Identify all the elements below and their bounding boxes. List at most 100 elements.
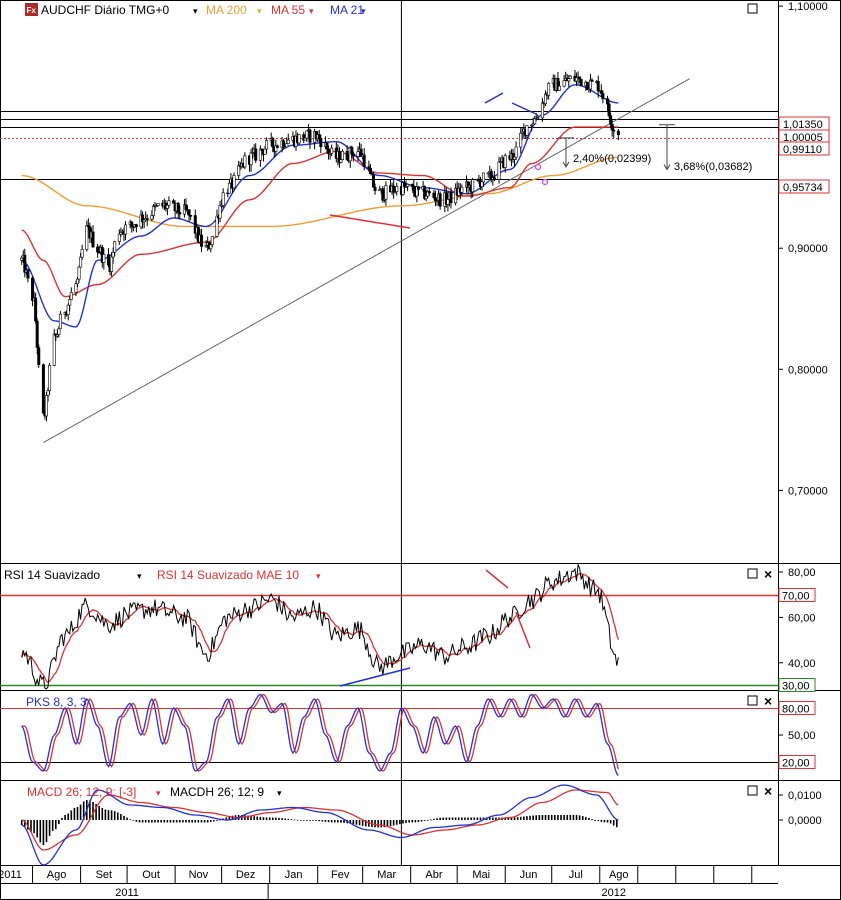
macd-histogram-bar (492, 817, 494, 820)
macd-histogram-bar (287, 818, 290, 820)
macd-histogram-bar (76, 807, 79, 820)
candle-body (243, 155, 247, 168)
macd-histogram-bar (417, 820, 420, 823)
candle-body (557, 85, 561, 91)
macd-histogram-bar (355, 820, 358, 825)
candle-body (373, 186, 377, 191)
rsi-dropdown-icon: ▾ (137, 571, 142, 581)
candle-body (249, 152, 253, 165)
macd-histogram-bar (581, 816, 584, 820)
year-label: 2012 (601, 887, 625, 899)
candle-body (69, 292, 73, 300)
macd-histogram-bar (107, 810, 110, 820)
macd-histogram-bar (585, 816, 587, 820)
candle-body (74, 283, 78, 293)
macd-close-icon: × (764, 783, 772, 799)
macd-histogram-bar (265, 817, 268, 820)
macd-histogram-bar (182, 820, 184, 823)
price-tick-label: 1,10000 (788, 1, 828, 13)
candle-body (317, 134, 321, 139)
macd-histogram-bar (333, 820, 336, 823)
candle-body (568, 75, 572, 79)
sto-level-label: 20,00 (782, 758, 810, 770)
candle-body (616, 130, 620, 136)
macd-histogram-bar (259, 816, 262, 820)
candle-body (432, 192, 436, 198)
candle-body (601, 93, 605, 100)
candle-body (610, 123, 614, 131)
indicator-dropdown-icon: ▾ (309, 6, 314, 16)
month-label: Ago (47, 869, 67, 881)
panel-frame-rsi (0, 563, 841, 691)
candle-body (519, 132, 523, 148)
macd-histogram-bar (405, 820, 407, 823)
candle-body (184, 204, 188, 211)
macd-histogram-bar (563, 815, 565, 820)
macd-histogram-bar (216, 820, 218, 821)
candle-body (176, 202, 180, 213)
candle-body (271, 137, 275, 148)
candle-body (85, 225, 89, 250)
macd-histogram-bar (597, 820, 600, 822)
candle-body (525, 125, 529, 136)
candle-body (362, 154, 366, 167)
candle-body (151, 205, 155, 216)
macd-histogram-bar (104, 809, 107, 820)
macd-histogram-bar (426, 820, 429, 821)
macd-histogram-bar (39, 820, 42, 843)
macd-histogram-bar (439, 817, 441, 820)
candle-body (48, 365, 52, 392)
macd-histogram-bar (532, 815, 534, 820)
macd-histogram-bar (538, 815, 541, 820)
month-label: Dez (236, 869, 256, 881)
macd-histogram-bar (315, 820, 317, 821)
macd-histogram-bar (569, 815, 572, 820)
candle-body (221, 192, 225, 206)
candle-body (237, 165, 241, 176)
candle-body (150, 215, 154, 220)
candle-body (167, 200, 171, 206)
macd-histogram-bar (575, 815, 578, 820)
candle-body (66, 304, 70, 315)
macd-histogram-bar (454, 817, 457, 820)
macd-histogram-bar (445, 817, 448, 820)
candle-body (124, 224, 128, 235)
candle-body (514, 146, 518, 158)
macd-histogram-bar (203, 820, 206, 823)
macd-histogram-bar (169, 820, 172, 823)
month-label: Mai (472, 869, 490, 881)
candle-body (480, 181, 484, 188)
macd-histogram-bar (141, 820, 144, 823)
macd-histogram-bar (600, 820, 603, 822)
panel-frames (0, 0, 841, 900)
macd-histogram-bar (519, 816, 522, 820)
candle-body (345, 150, 349, 160)
candle-body (567, 78, 571, 82)
macd-histogram-bar (54, 820, 57, 830)
candle-body (536, 117, 540, 120)
macd-histogram-bar (302, 820, 305, 821)
macd-histogram-bar (547, 815, 550, 820)
macd-histogram-bar (606, 820, 609, 823)
macd-histogram-bar (92, 801, 94, 820)
panel-frame-sto (0, 690, 841, 781)
candle-body (305, 130, 309, 139)
candle-body (356, 151, 360, 157)
macd-histogram-bar (603, 820, 606, 823)
macd-histogram-bar (191, 820, 193, 823)
macd-histogram-bar (163, 820, 166, 823)
macd-histogram-bar (457, 817, 460, 820)
month-label: 2011 (0, 869, 22, 881)
macd-histogram-bar (516, 817, 519, 820)
macd-histogram-bar (194, 820, 197, 823)
candle-body (286, 139, 290, 144)
candle-body (540, 102, 544, 119)
macd-histogram-bar (178, 820, 181, 823)
macd-histogram-bar (572, 815, 575, 820)
macd-histogram-bar (185, 820, 187, 823)
macd-histogram-bar (423, 820, 426, 821)
measure-label: 2,40%(0,02399) (573, 153, 651, 165)
candle-body (590, 79, 594, 82)
macd-histogram-bar (464, 817, 466, 820)
title-dropdown-icon: ▾ (193, 6, 198, 16)
